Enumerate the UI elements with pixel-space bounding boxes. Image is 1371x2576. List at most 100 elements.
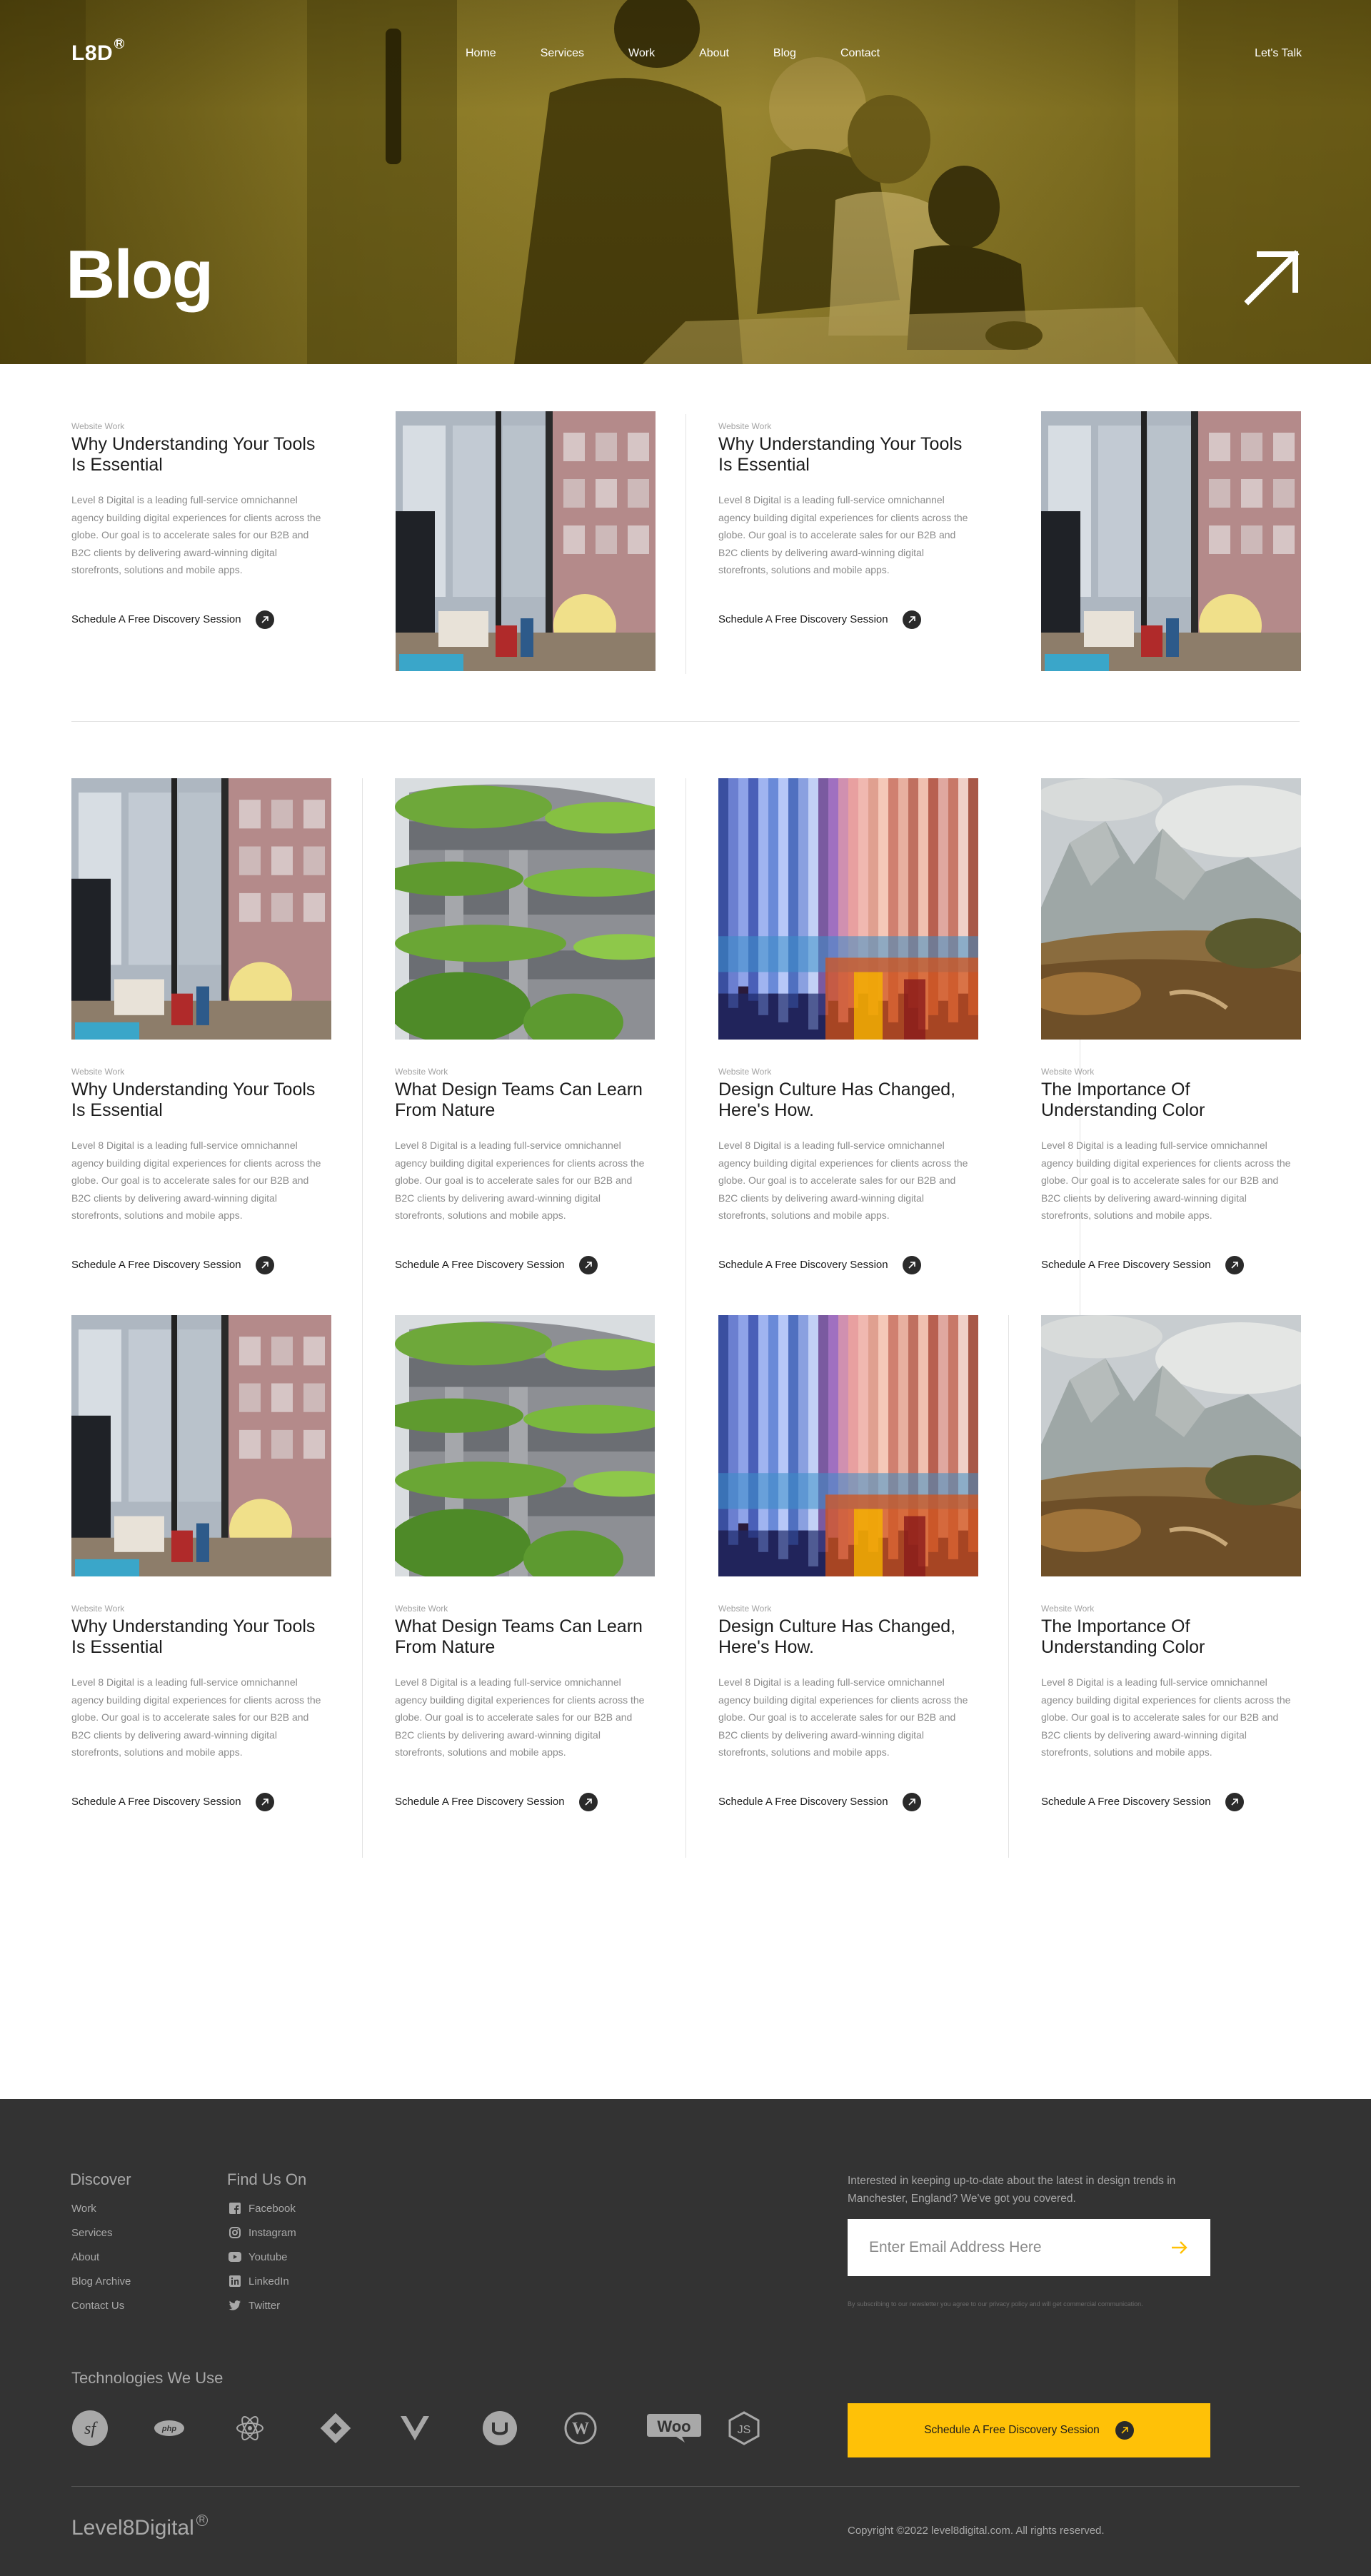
discovery-session-link[interactable]: Schedule A Free Discovery Session <box>71 1792 321 1811</box>
post-image[interactable] <box>71 1315 331 1576</box>
post-image[interactable] <box>1041 1315 1301 1576</box>
registered-mark: R <box>114 39 125 49</box>
nav-work[interactable]: Work <box>628 47 655 60</box>
post-image[interactable] <box>395 778 655 1040</box>
umbraco-icon <box>482 2409 564 2447</box>
discover-heading: Discover <box>70 2170 131 2188</box>
featured-post-text: Website Work Why Understanding Your Tool… <box>718 421 968 629</box>
post-description: Level 8 Digital is a leading full-servic… <box>71 1676 321 1758</box>
discovery-session-link[interactable]: Schedule A Free Discovery Session <box>1041 1792 1291 1811</box>
footer-link-about[interactable]: About <box>71 2245 131 2269</box>
social-facebook[interactable]: Facebook <box>228 2196 296 2220</box>
svg-text:php: php <box>161 2425 176 2433</box>
social-label: LinkedIn <box>248 2275 289 2288</box>
post-description: Level 8 Digital is a leading full-servic… <box>395 1139 645 1221</box>
newsletter-fine-print: By subscribing to our newsletter you agr… <box>848 2300 1143 2308</box>
footer-divider <box>71 2486 1300 2487</box>
post-title[interactable]: Why Understanding Your Tools Is Essentia… <box>71 434 321 476</box>
post-description: Level 8 Digital is a leading full-servic… <box>395 1676 645 1758</box>
post-category: Website Work <box>1041 1067 1095 1077</box>
post-title[interactable]: Design Culture Has Changed, Here's How. <box>718 1616 968 1658</box>
page-title: Blog <box>66 236 214 313</box>
social-twitter[interactable]: Twitter <box>228 2293 296 2318</box>
post-title[interactable]: Why Understanding Your Tools Is Essentia… <box>71 1080 321 1121</box>
discovery-session-link[interactable]: Schedule A Free Discovery Session <box>71 610 321 629</box>
post-card: Website Work What Design Teams Can Learn… <box>395 1315 655 1811</box>
main-nav: Home Services Work About Blog Contact <box>466 47 880 60</box>
newsletter-form <box>848 2219 1210 2276</box>
post-description: Level 8 Digital is a leading full-servic… <box>718 1139 968 1221</box>
site-footer: Discover Work Services About Blog Archiv… <box>0 2099 1371 2576</box>
footer-brand[interactable]: Level8Digital R <box>71 2515 208 2540</box>
arrow-up-right-icon <box>1225 1255 1244 1274</box>
arrow-right-icon[interactable] <box>1170 2240 1189 2255</box>
find-us-heading: Find Us On <box>227 2170 307 2188</box>
logo[interactable]: L8D R <box>71 39 125 66</box>
footer-link-contact-us[interactable]: Contact Us <box>71 2293 131 2318</box>
nav-about[interactable]: About <box>699 47 729 60</box>
wordpress-icon: W <box>564 2409 646 2447</box>
nav-services[interactable]: Services <box>541 47 584 60</box>
nav-contact[interactable]: Contact <box>840 47 880 60</box>
cta-label: Schedule A Free Discovery Session <box>395 1796 565 1808</box>
post-image[interactable] <box>395 1315 655 1576</box>
post-title[interactable]: What Design Teams Can Learn From Nature <box>395 1080 645 1121</box>
nav-blog[interactable]: Blog <box>773 47 796 60</box>
post-card: Website Work Why Understanding Your Tool… <box>71 1315 331 1811</box>
post-image[interactable] <box>396 411 656 671</box>
post-description: Level 8 Digital is a leading full-servic… <box>71 1139 321 1221</box>
post-title[interactable]: Design Culture Has Changed, Here's How. <box>718 1080 968 1121</box>
social-linkedin[interactable]: LinkedIn <box>228 2269 296 2293</box>
arrow-up-right-icon[interactable] <box>1244 248 1301 306</box>
discovery-session-link[interactable]: Schedule A Free Discovery Session <box>395 1792 645 1811</box>
cta-label: Schedule A Free Discovery Session <box>71 1259 241 1271</box>
discovery-session-link[interactable]: Schedule A Free Discovery Session <box>718 610 968 629</box>
social-label: Facebook <box>248 2202 296 2215</box>
symfony-icon: sf <box>71 2409 154 2447</box>
cta-label: Schedule A Free Discovery Session <box>71 613 241 625</box>
post-description: Level 8 Digital is a leading full-servic… <box>1041 1676 1291 1758</box>
divider <box>1008 1315 1009 1858</box>
arrow-up-right-icon <box>1225 1792 1244 1811</box>
social-youtube[interactable]: Youtube <box>228 2245 296 2269</box>
email-input[interactable] <box>869 2239 1155 2256</box>
divider <box>362 778 363 1321</box>
arrow-up-right-icon <box>578 1792 598 1811</box>
post-category: Website Work <box>71 1067 125 1077</box>
post-title[interactable]: The Importance Of Understanding Color <box>1041 1616 1291 1658</box>
post-image[interactable] <box>1041 411 1301 671</box>
discovery-session-link[interactable]: Schedule A Free Discovery Session <box>1041 1255 1291 1274</box>
cta-label: Schedule A Free Discovery Session <box>924 2424 1100 2436</box>
brand-text: Level8Digital <box>71 2516 194 2540</box>
post-description: Level 8 Digital is a leading full-servic… <box>1041 1139 1291 1221</box>
lets-talk-link[interactable]: Let's Talk <box>1255 47 1302 60</box>
footer-discovery-button[interactable]: Schedule A Free Discovery Session <box>848 2403 1210 2457</box>
post-image[interactable] <box>718 1315 978 1576</box>
linkedin-icon <box>228 2275 241 2288</box>
post-category: Website Work <box>395 1067 448 1077</box>
post-title[interactable]: Why Understanding Your Tools Is Essentia… <box>718 434 968 476</box>
post-card: Website Work Design Culture Has Changed,… <box>718 1315 978 1811</box>
post-image[interactable] <box>1041 778 1301 1040</box>
post-title[interactable]: Why Understanding Your Tools Is Essentia… <box>71 1616 321 1658</box>
post-image[interactable] <box>718 778 978 1040</box>
discovery-session-link[interactable]: Schedule A Free Discovery Session <box>718 1255 968 1274</box>
post-category: Website Work <box>718 421 772 431</box>
post-title[interactable]: What Design Teams Can Learn From Nature <box>395 1616 645 1658</box>
discovery-session-link[interactable]: Schedule A Free Discovery Session <box>718 1792 968 1811</box>
cta-label: Schedule A Free Discovery Session <box>395 1259 565 1271</box>
footer-link-work[interactable]: Work <box>71 2196 131 2220</box>
discovery-session-link[interactable]: Schedule A Free Discovery Session <box>71 1255 321 1274</box>
craft-icon <box>318 2409 400 2447</box>
footer-link-blog-archive[interactable]: Blog Archive <box>71 2269 131 2293</box>
footer-link-services[interactable]: Services <box>71 2220 131 2245</box>
post-card: Website Work The Importance Of Understan… <box>1041 778 1301 1274</box>
discovery-session-link[interactable]: Schedule A Free Discovery Session <box>395 1255 645 1274</box>
react-icon <box>236 2409 318 2447</box>
nav-home[interactable]: Home <box>466 47 496 60</box>
arrow-up-right-icon <box>1115 2421 1134 2440</box>
post-image[interactable] <box>71 778 331 1040</box>
social-instagram[interactable]: Instagram <box>228 2220 296 2245</box>
post-card: Website Work Why Understanding Your Tool… <box>71 778 331 1274</box>
post-title[interactable]: The Importance Of Understanding Color <box>1041 1080 1291 1121</box>
